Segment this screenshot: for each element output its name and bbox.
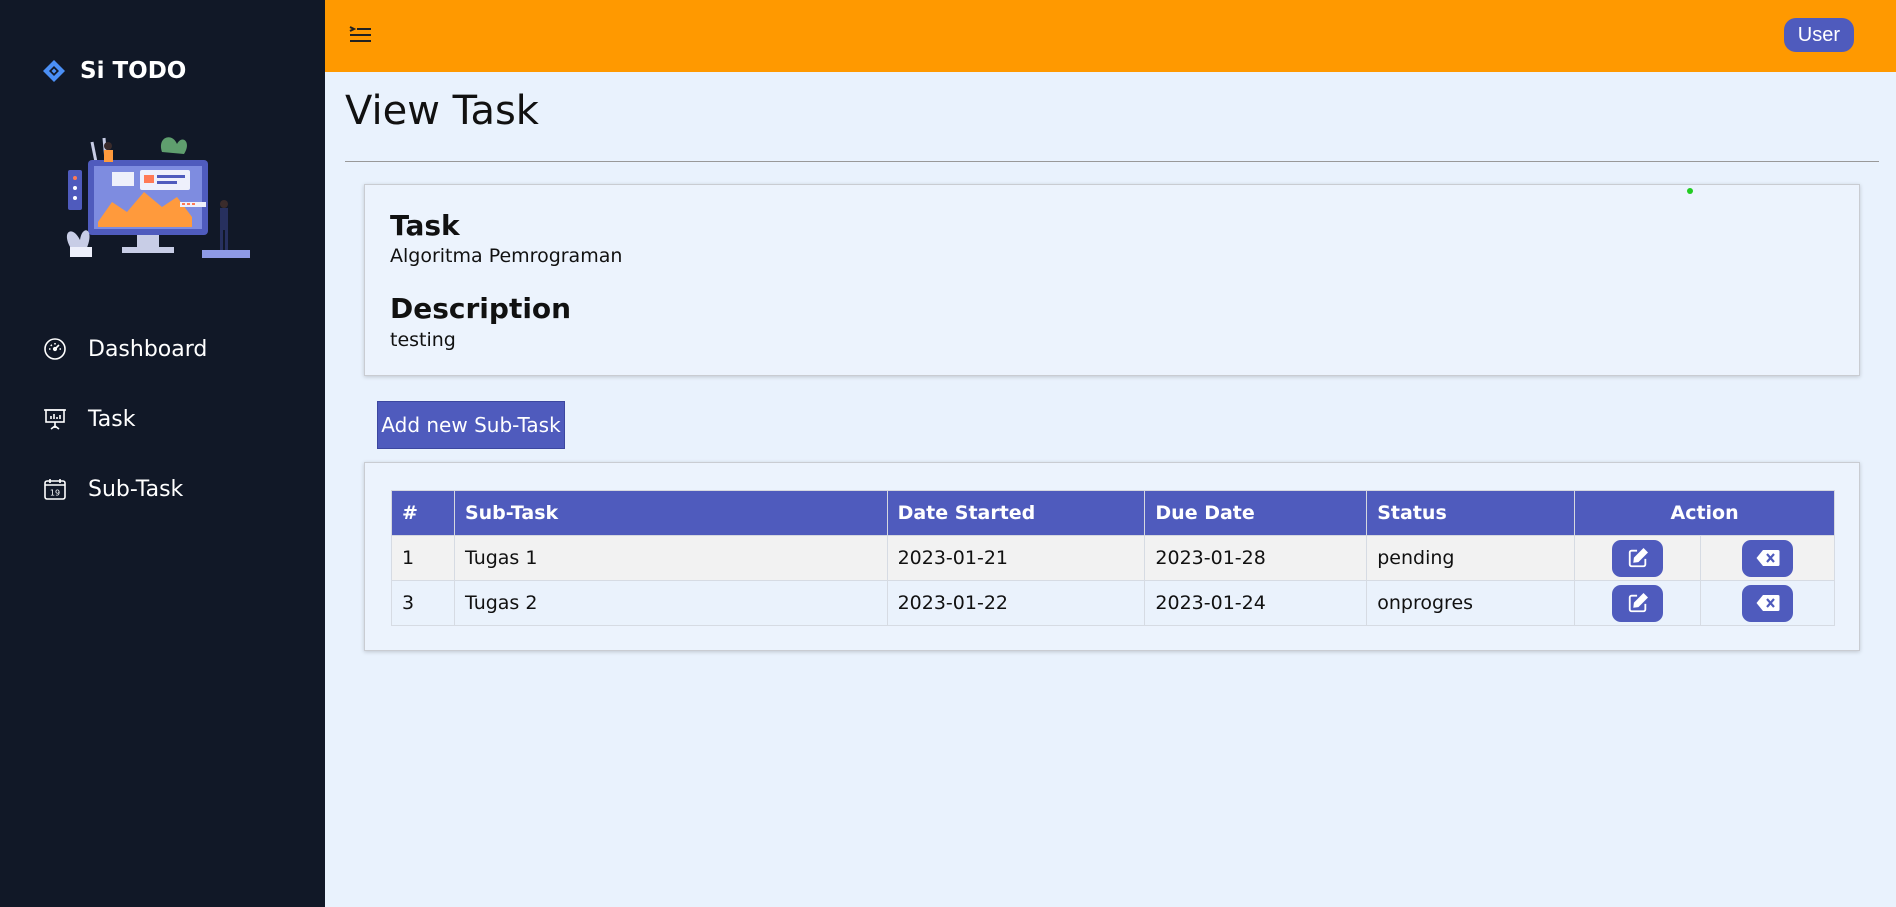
sidebar-item-sub-task[interactable]: 19 Sub-Task — [42, 454, 207, 524]
edit-button[interactable] — [1612, 539, 1664, 577]
delete-cell — [1700, 535, 1835, 581]
edit-cell — [1574, 580, 1702, 626]
brand[interactable]: Si TODO — [42, 58, 186, 84]
delete-button[interactable] — [1742, 584, 1794, 622]
sidebar-item-label: Task — [88, 406, 136, 432]
table-row: 1 Tugas 1 2023-01-21 2023-01-28 pending — [391, 535, 1835, 581]
edit-icon — [1628, 547, 1648, 568]
sidebar-item-task[interactable]: Task — [42, 384, 207, 454]
task-value: Algoritma Pemrograman — [390, 245, 623, 267]
column-header-action: Action — [1574, 490, 1835, 536]
status: pending — [1366, 535, 1576, 581]
sub-task-table: # Sub-Task Date Started Due Date Status … — [391, 490, 1835, 626]
divider — [345, 161, 1879, 162]
calendar-icon: 19 — [42, 476, 68, 502]
sidebar-item-dashboard[interactable]: Dashboard — [42, 314, 207, 384]
top-bar: User — [325, 0, 1896, 72]
sidebar-item-label: Sub-Task — [88, 476, 184, 502]
description-heading: Description — [390, 292, 572, 325]
column-header-date-started: Date Started — [886, 490, 1146, 536]
status-dot — [1687, 188, 1693, 194]
svg-text:19: 19 — [50, 489, 60, 498]
table-header-row: # Sub-Task Date Started Due Date Status … — [391, 490, 1835, 536]
dashboard-illustration-image — [66, 137, 250, 258]
sidebar-item-label: Dashboard — [88, 336, 208, 362]
gauge-icon — [42, 336, 68, 362]
page-title: View Task — [345, 88, 539, 134]
sidebar: Si TODO Dashboard Task 19 Sub-Task — [0, 0, 325, 907]
due-date: 2023-01-24 — [1144, 580, 1368, 626]
add-sub-task-button[interactable]: Add new Sub-Task — [377, 401, 565, 449]
edit-cell — [1574, 535, 1702, 581]
brand-name: Si TODO — [80, 58, 187, 84]
menu-toggle-icon[interactable] — [347, 22, 373, 48]
sub-task-name: Tugas 2 — [453, 580, 888, 626]
column-header-due-date: Due Date — [1144, 490, 1368, 536]
user-menu-button[interactable]: User — [1783, 18, 1854, 52]
presentation-icon — [42, 406, 68, 432]
table-row: 3 Tugas 2 2023-01-22 2023-01-24 onprogre… — [391, 580, 1835, 626]
edit-icon — [1628, 592, 1648, 613]
due-date: 2023-01-28 — [1144, 535, 1368, 581]
backspace-delete-icon — [1756, 550, 1780, 566]
status: onprogres — [1366, 580, 1576, 626]
column-header-number: # — [391, 490, 455, 536]
date-started: 2023-01-22 — [886, 580, 1146, 626]
diamond-logo-icon — [43, 60, 65, 82]
task-detail-card: Task Algoritma Pemrograman Description t… — [364, 184, 1860, 376]
sub-task-name: Tugas 1 — [453, 535, 888, 581]
date-started: 2023-01-21 — [886, 535, 1146, 581]
column-header-sub-task: Sub-Task — [453, 490, 888, 536]
column-header-status: Status — [1366, 490, 1576, 536]
sub-task-table-card: # Sub-Task Date Started Due Date Status … — [364, 462, 1860, 651]
delete-cell — [1700, 580, 1835, 626]
delete-button[interactable] — [1742, 539, 1794, 577]
description-value: testing — [390, 329, 456, 351]
edit-button[interactable] — [1612, 584, 1664, 622]
row-number: 1 — [391, 535, 455, 581]
row-number: 3 — [391, 580, 455, 626]
backspace-delete-icon — [1756, 595, 1780, 611]
sidebar-nav: Dashboard Task 19 Sub-Task — [42, 314, 207, 524]
task-heading: Task — [390, 209, 460, 242]
